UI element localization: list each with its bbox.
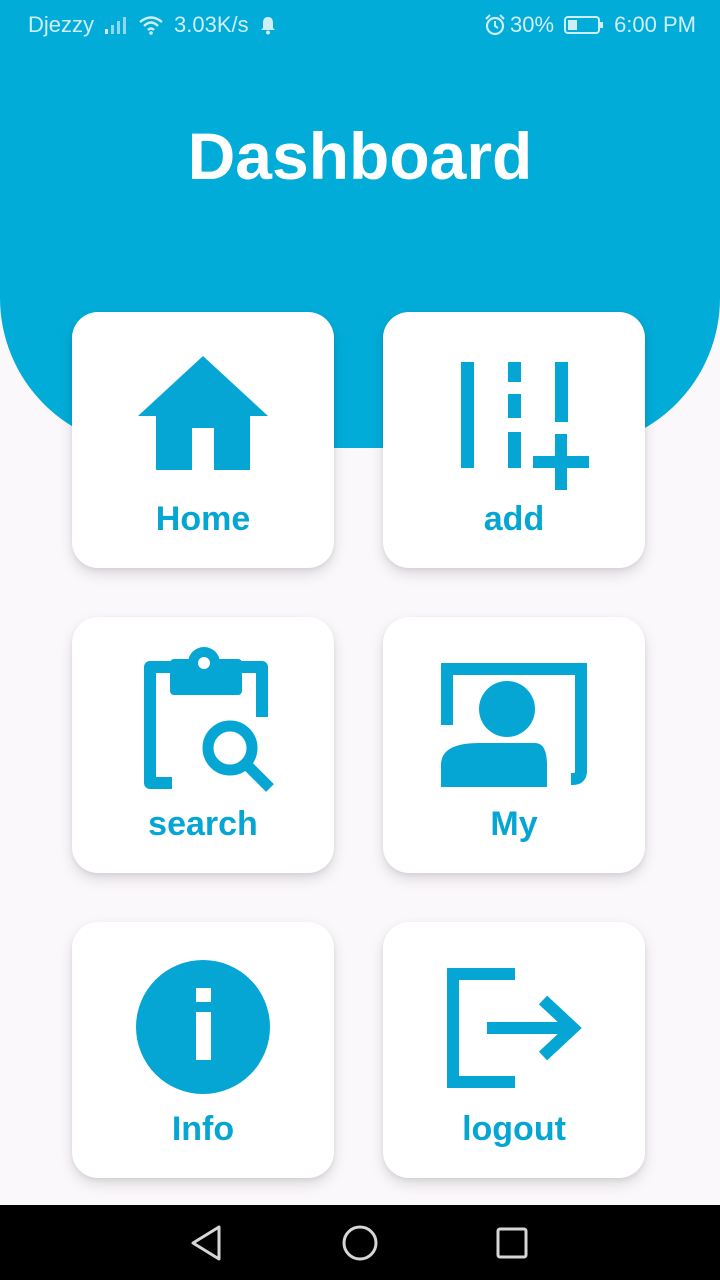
home-button[interactable]: Home (72, 312, 334, 568)
recents-icon (496, 1227, 528, 1259)
battery-icon (564, 15, 604, 35)
logout-button[interactable]: logout (383, 922, 645, 1178)
net-speed: 3.03K/s (174, 12, 249, 37)
info-button[interactable]: Info (72, 922, 334, 1178)
add-column-icon (383, 312, 645, 502)
home-nav-button[interactable] (320, 1205, 400, 1280)
signal-icon (104, 15, 128, 35)
search-button[interactable]: search (72, 617, 334, 873)
back-icon (191, 1225, 221, 1261)
status-bar: Djezzy 3.03K/s 30% 6:00 PM (0, 0, 720, 50)
status-right: 30% 6:00 PM (484, 12, 696, 38)
status-left: Djezzy 3.03K/s (28, 12, 277, 38)
logout-label: logout (462, 1110, 566, 1148)
home-icon (72, 312, 334, 502)
clipboard-search-icon (72, 617, 334, 807)
my-label: My (490, 805, 538, 843)
my-account-button[interactable]: My (383, 617, 645, 873)
notification-bell-icon (259, 15, 277, 35)
info-label: Info (171, 1110, 235, 1148)
home-circle-icon (342, 1225, 378, 1261)
carrier-name: Djezzy (28, 12, 95, 37)
battery-percent: 30% (510, 12, 555, 37)
back-button[interactable] (167, 1205, 247, 1280)
add-label: add (483, 500, 545, 538)
search-label: search (148, 805, 258, 843)
navigation-bar (0, 1205, 720, 1280)
recents-button[interactable] (472, 1205, 552, 1280)
clock-time: 6:00 PM (614, 12, 696, 37)
home-label: Home (155, 500, 251, 538)
page-title: Dashboard (187, 119, 533, 193)
logout-icon (383, 922, 645, 1112)
alarm-icon (484, 14, 506, 36)
info-icon (72, 922, 334, 1112)
wifi-icon (138, 15, 164, 35)
account-box-icon (383, 617, 645, 807)
add-button[interactable]: add (383, 312, 645, 568)
